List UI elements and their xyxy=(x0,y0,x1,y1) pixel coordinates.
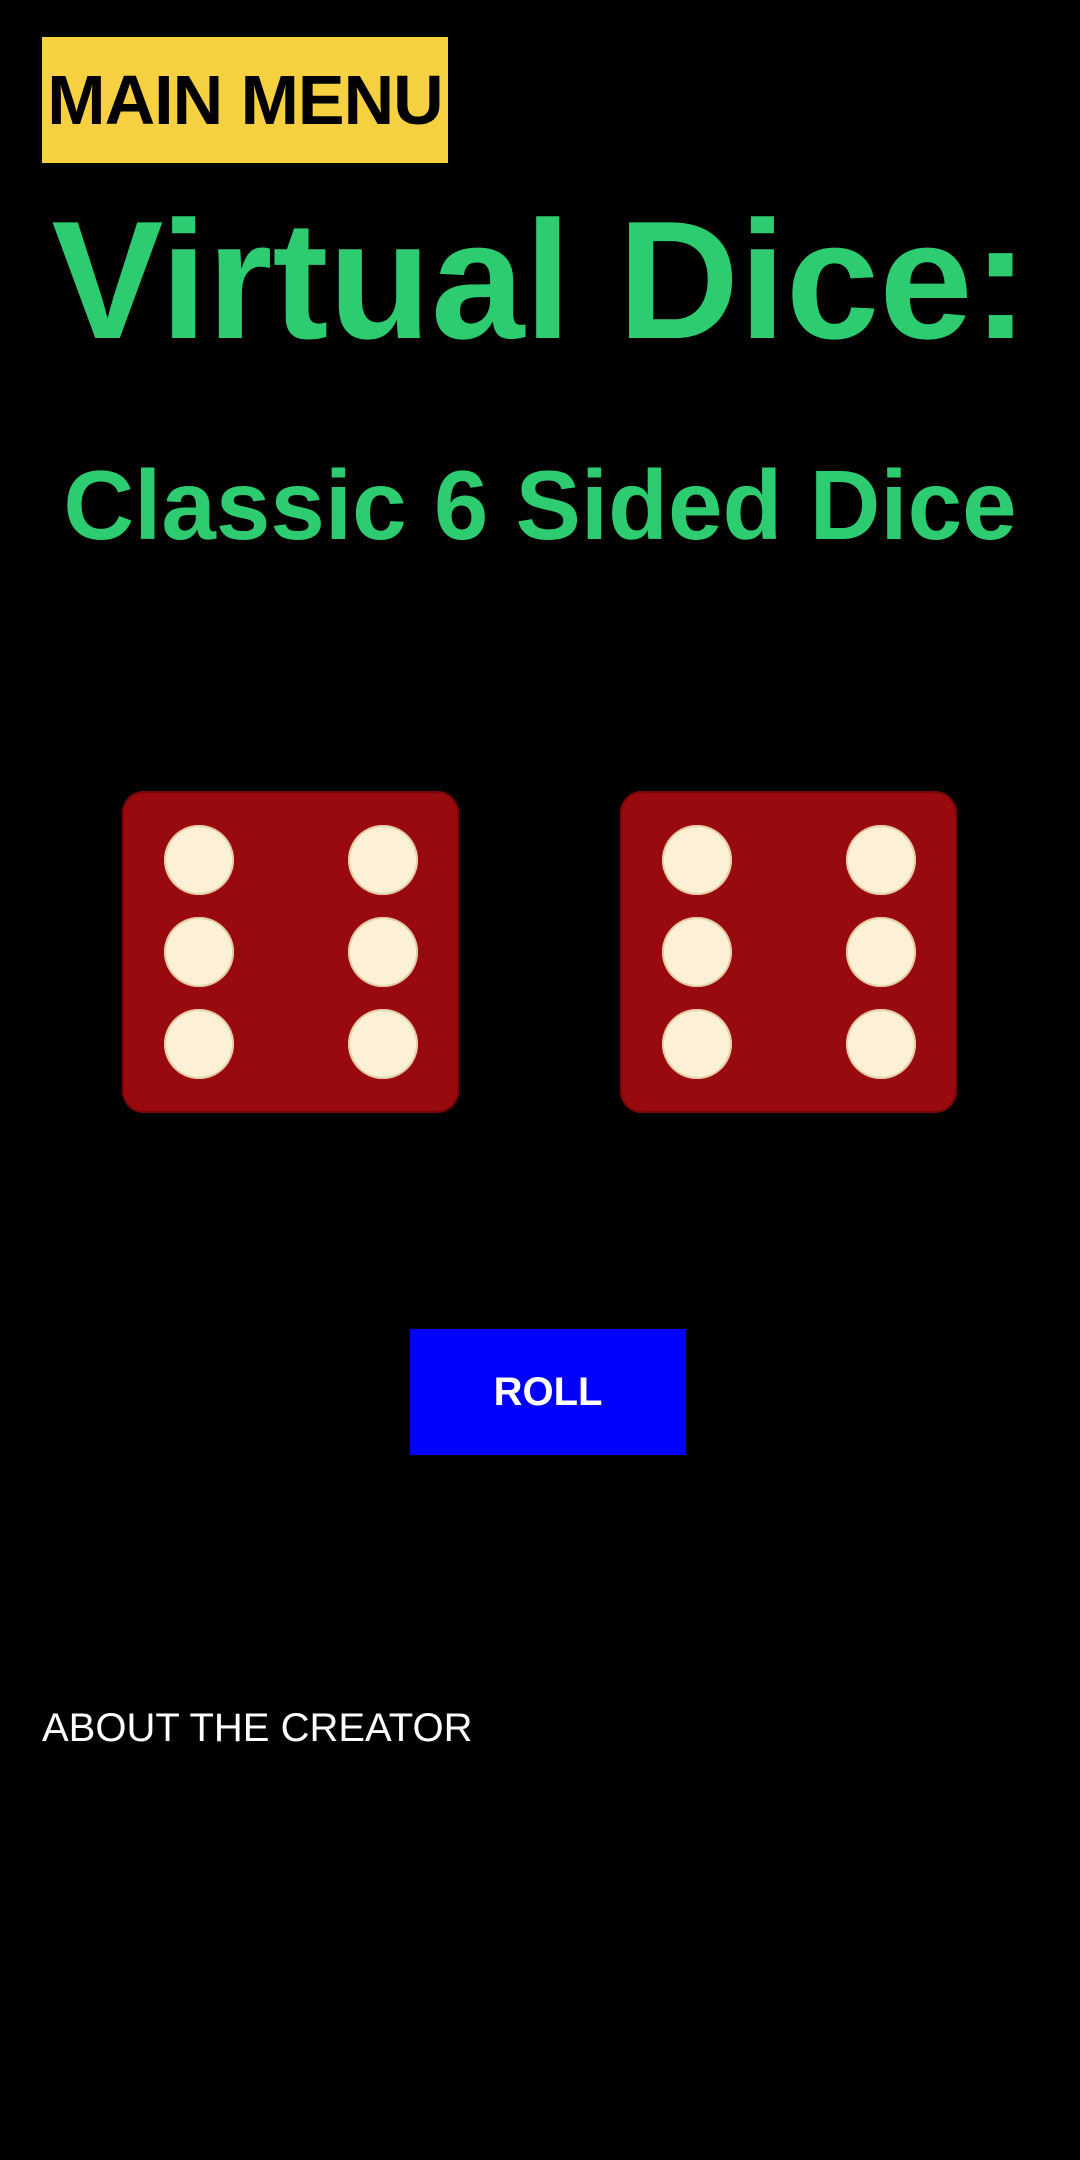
die-pip xyxy=(846,917,916,987)
die-pip xyxy=(846,1009,916,1079)
page-title: Virtual Dice: xyxy=(51,186,1029,374)
die-pip xyxy=(662,917,732,987)
die-pip xyxy=(164,825,234,895)
page-subtitle: Classic 6 Sided Dice xyxy=(63,450,1017,560)
die-pip xyxy=(348,1009,418,1079)
die-pip xyxy=(164,917,234,987)
die-pip xyxy=(662,825,732,895)
about-creator-link[interactable]: ABOUT THE CREATOR xyxy=(42,1700,472,1756)
die-pip xyxy=(348,825,418,895)
die-pip xyxy=(164,1009,234,1079)
main-menu-button[interactable]: MAIN MENU xyxy=(42,37,448,163)
die-right xyxy=(620,791,957,1113)
roll-button[interactable]: ROLL xyxy=(410,1329,686,1455)
die-pip xyxy=(662,1009,732,1079)
die-left xyxy=(122,791,459,1113)
die-pip xyxy=(846,825,916,895)
die-pip xyxy=(348,917,418,987)
